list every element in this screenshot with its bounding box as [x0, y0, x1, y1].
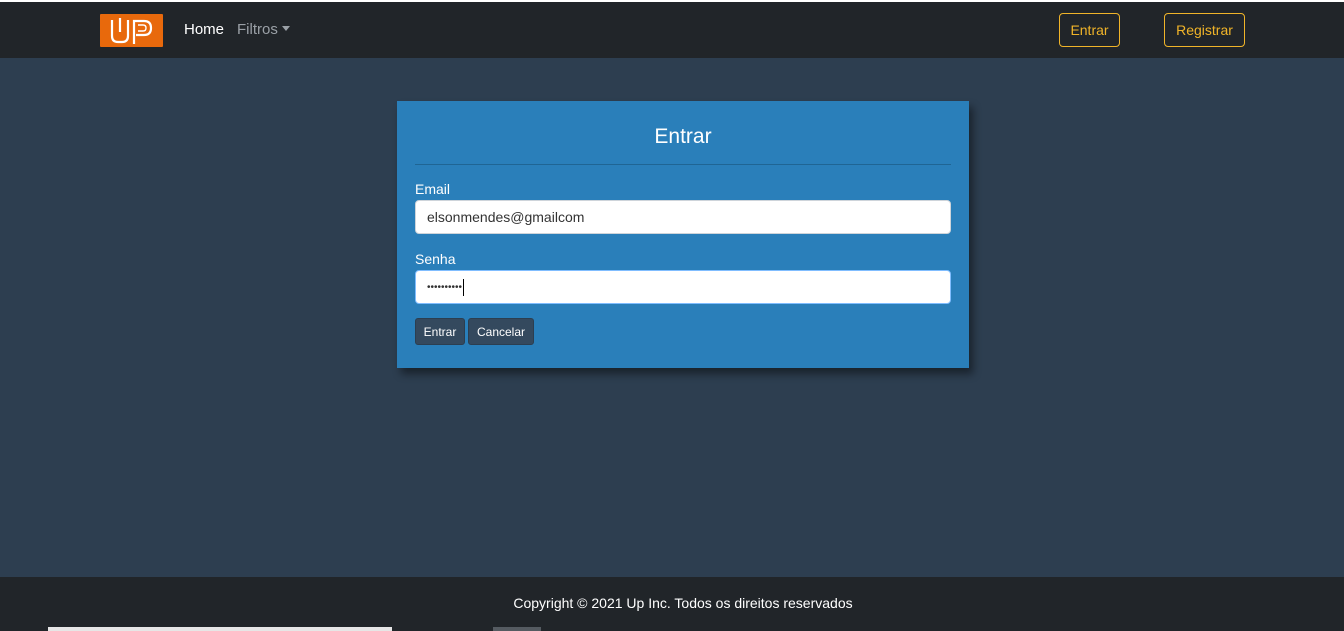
nav-login-button[interactable]: Entrar — [1059, 13, 1120, 47]
page-footer: Copyright © 2021 Up Inc. Todos os direit… — [0, 577, 1344, 631]
top-navbar: Home Filtros Entrar Registrar — [0, 2, 1344, 58]
email-label: Email — [415, 181, 451, 197]
email-value: elsonmendes@gmailcom — [427, 209, 585, 225]
nav-home-link[interactable]: Home — [184, 21, 224, 38]
email-field[interactable]: elsonmendes@gmailcom — [415, 200, 951, 234]
login-submit-button[interactable]: Entrar — [415, 318, 465, 345]
password-field[interactable]: •••••••••• — [415, 270, 951, 304]
brand-logo[interactable] — [100, 14, 163, 47]
password-value: •••••••••• — [427, 281, 463, 293]
taskbar-strip — [48, 627, 392, 631]
cancel-button[interactable]: Cancelar — [468, 318, 534, 345]
caret-down-icon — [281, 26, 290, 31]
copyright-text: Copyright © 2021 Up Inc. Todos os direit… — [513, 595, 853, 611]
login-card: Entrar Email elsonmendes@gmailcom Senha … — [397, 101, 969, 368]
taskbar-strip-item — [493, 627, 541, 631]
nav-filtros-label: Filtros — [237, 21, 278, 38]
text-cursor — [463, 278, 465, 296]
nav-filtros-dropdown[interactable]: Filtros — [237, 21, 290, 38]
nav-register-button[interactable]: Registrar — [1164, 13, 1245, 47]
up-logo-icon — [110, 18, 153, 44]
password-label: Senha — [415, 251, 456, 267]
title-divider — [415, 164, 951, 165]
login-title: Entrar — [654, 125, 712, 148]
